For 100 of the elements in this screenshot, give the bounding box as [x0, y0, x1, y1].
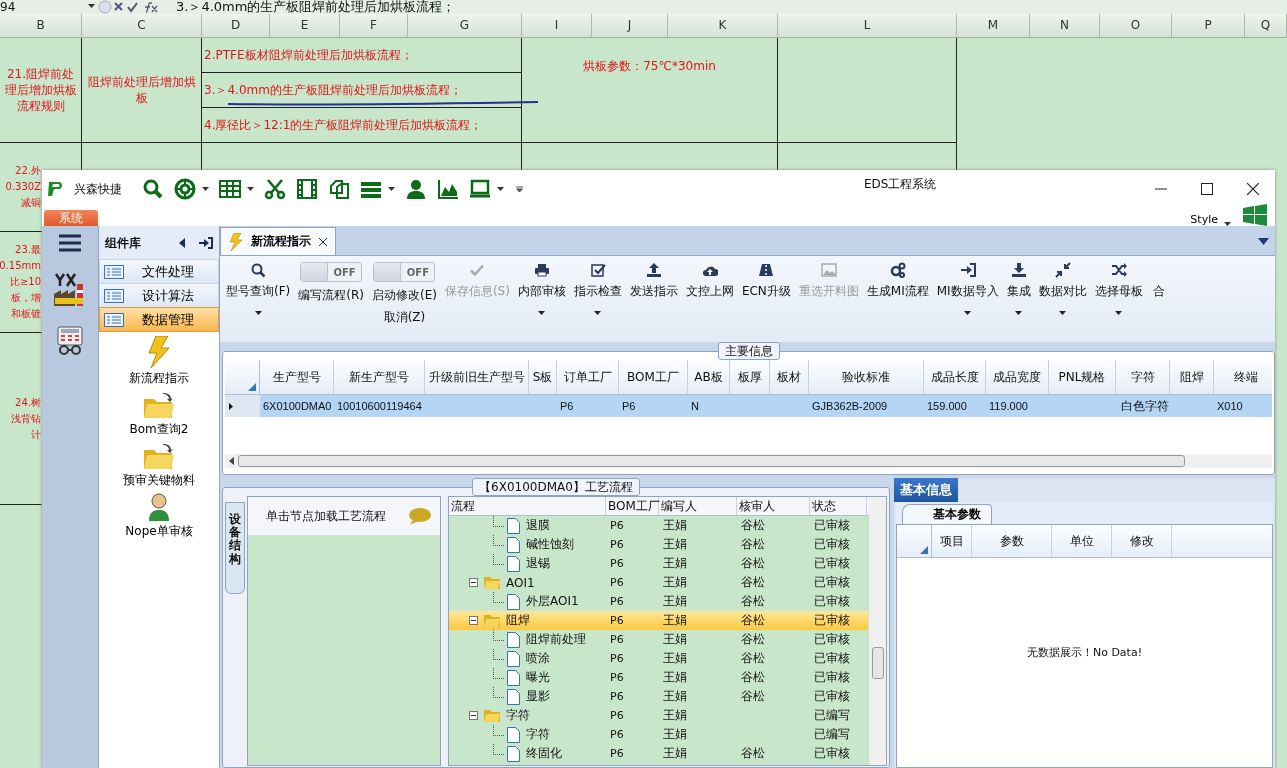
column-header[interactable]: 修改 — [1112, 525, 1172, 557]
column-header[interactable]: J — [592, 14, 668, 37]
column-header[interactable]: 成品长度 — [924, 360, 986, 394]
column-header[interactable]: 单位 — [1052, 525, 1112, 557]
maximize-icon[interactable] — [1201, 183, 1213, 195]
tree-row[interactable]: 终固化 P6 王娟 谷松 已审核 — [449, 744, 868, 763]
column-header[interactable]: PNL规格 — [1049, 360, 1116, 394]
panel-tab[interactable]: 基本信息 — [894, 478, 958, 502]
column-header[interactable]: 升级前旧生产型号 — [425, 360, 529, 394]
toolbar-button[interactable]: 集成 — [1002, 256, 1035, 342]
close-icon[interactable] — [1247, 183, 1259, 195]
column-header[interactable]: 编写人 — [659, 497, 737, 515]
collapse-icon[interactable] — [179, 238, 185, 248]
toolbar-button[interactable]: 文控上网 — [681, 256, 738, 342]
scroll-left-icon[interactable] — [229, 457, 234, 465]
column-header[interactable]: 新生产型号 — [334, 360, 425, 394]
sidebar-group[interactable]: 设计算法 — [99, 283, 219, 308]
column-header[interactable]: P — [1172, 14, 1245, 37]
column-header[interactable]: 状态 — [810, 497, 867, 515]
column-header[interactable]: 参数 — [972, 525, 1052, 557]
windows-logo-icon[interactable] — [1243, 204, 1267, 226]
tree-row[interactable]: 外层AOI1 P6 王娟 谷松 已审核 — [449, 592, 868, 611]
column-header[interactable]: 成品宽度 — [986, 360, 1049, 394]
column-header[interactable]: 订单工厂 — [557, 360, 619, 394]
column-header[interactable]: 阻焊 — [1170, 360, 1214, 394]
toolbar-button[interactable]: 发送指示 — [625, 256, 682, 342]
sidebar-group[interactable]: 数据管理 — [99, 307, 219, 332]
column-header[interactable]: 流程 — [449, 497, 606, 515]
toggle-switch[interactable]: OFF — [373, 262, 436, 282]
sidebar-item[interactable]: 预审关键物料 — [123, 442, 195, 489]
style-menu[interactable]: Style — [1190, 213, 1222, 226]
column-header[interactable]: 字符 — [1116, 360, 1170, 394]
column-header[interactable]: E — [270, 14, 340, 37]
close-icon[interactable] — [319, 237, 327, 246]
toolbar-button[interactable]: OFF 编写流程(R) — [294, 256, 368, 342]
column-header[interactable]: O — [1100, 14, 1172, 37]
tree-row[interactable]: 曝光 P6 王娟 谷松 已审核 — [449, 668, 868, 687]
table-row[interactable]: 6X0100DMA0 10010600119464 P6 P6 N GJB362B-2009 159.000 119.000 白色字符 X010 — [225, 395, 1272, 417]
toolbar-button[interactable]: MI数据导入 — [932, 256, 1003, 342]
sidebar-group[interactable]: 文件处理 — [99, 259, 219, 284]
column-header[interactable]: D — [202, 14, 270, 37]
tree-row[interactable]: 喷涂 P6 王娟 谷松 已审核 — [449, 649, 868, 668]
column-header[interactable]: BOM工厂 — [619, 360, 688, 394]
toolbar-button[interactable]: 合 — [1146, 256, 1171, 342]
column-header[interactable]: BOM工厂 — [606, 497, 659, 515]
caret-icon[interactable] — [1258, 238, 1269, 245]
toolbar-button[interactable]: 型号查询(F) — [222, 256, 295, 342]
column-header[interactable]: M — [957, 14, 1030, 37]
scrollbar[interactable] — [225, 454, 1272, 468]
column-header[interactable]: 验收标准 — [809, 360, 924, 394]
toggle-switch[interactable]: OFF — [300, 262, 363, 282]
column-header[interactable]: Q — [1245, 14, 1287, 37]
column-header[interactable]: 核审人 — [737, 497, 810, 515]
column-header[interactable]: 板厚 — [730, 360, 770, 394]
scrollbar[interactable] — [869, 497, 886, 765]
sidebar-item[interactable]: Nope单审核 — [125, 493, 193, 540]
toolbar-button[interactable]: OFF 启动修改(E) 取消(Z) — [367, 256, 441, 342]
column-header[interactable]: K — [668, 14, 778, 37]
column-header[interactable]: B — [0, 14, 82, 37]
tree-row[interactable]: 显影 P6 王娟 谷松 已审核 — [449, 687, 868, 706]
calculator-icon[interactable] — [55, 326, 85, 356]
toolbar-button[interactable]: 指示检查 — [569, 256, 626, 342]
toolbar-button[interactable]: 内部审核 — [513, 256, 570, 342]
tree-row[interactable]: 阻焊 P6 王娟 谷松 已审核 — [449, 611, 868, 630]
column-header[interactable]: 终端 — [1214, 360, 1272, 394]
tree-row[interactable]: 阻焊前处理 P6 王娟 谷松 已审核 — [449, 630, 868, 649]
side-tab[interactable]: 设备结构 — [225, 502, 245, 594]
toolbar-button[interactable]: 生成MI流程 — [862, 256, 933, 342]
column-header[interactable]: C — [82, 14, 202, 37]
tree-row[interactable]: 退膜 P6 王娟 谷松 已审核 — [449, 516, 868, 535]
sub-tab[interactable]: 基本参数 — [902, 504, 992, 524]
tree-row[interactable]: 字符 P6 王娟 已编写 — [449, 706, 868, 725]
menu-icon[interactable] — [59, 234, 81, 252]
column-header[interactable]: G — [408, 14, 522, 37]
sign-in-icon[interactable] — [199, 237, 213, 249]
document-tab[interactable]: 新流程指示 — [220, 227, 336, 255]
column-header[interactable]: S板 — [529, 360, 557, 394]
sidebar-item[interactable]: 新流程指示 — [129, 336, 189, 387]
expander-icon[interactable] — [469, 578, 478, 587]
column-header[interactable]: 项目 — [932, 525, 972, 557]
customize-icon[interactable] — [516, 186, 523, 192]
sidebar-item[interactable]: Bom查询2 — [129, 391, 189, 438]
column-header[interactable]: AB板 — [688, 360, 730, 394]
tree-row[interactable]: 字符 P6 王娟 已编写 — [449, 725, 868, 744]
column-header[interactable]: 板材 — [770, 360, 809, 394]
toolbar-button[interactable]: 数据对比 — [1034, 256, 1091, 342]
expander-icon[interactable] — [469, 711, 478, 720]
toolbar-button[interactable]: ECN升级 — [737, 256, 795, 342]
tree-row[interactable]: AOI1 P6 王娟 谷松 已审核 — [449, 573, 868, 592]
column-header[interactable]: 生产型号 — [260, 360, 334, 394]
name-box[interactable]: 94 — [0, 0, 80, 14]
formula-text[interactable]: 3.＞4.0mm的生产板阻焊前处理后加烘板流程； — [176, 0, 456, 14]
column-header[interactable]: I — [522, 14, 592, 37]
toolbar-button[interactable]: 选择母板 — [1090, 256, 1147, 342]
column-header[interactable]: N — [1030, 14, 1100, 37]
expander-icon[interactable] — [469, 616, 478, 625]
column-header[interactable]: F — [340, 14, 408, 37]
column-header[interactable]: L — [778, 14, 957, 37]
tree-row[interactable]: 碱性蚀刻 P6 王娟 谷松 已审核 — [449, 535, 868, 554]
tree-row[interactable]: 退锡 P6 王娟 谷松 已审核 — [449, 554, 868, 573]
